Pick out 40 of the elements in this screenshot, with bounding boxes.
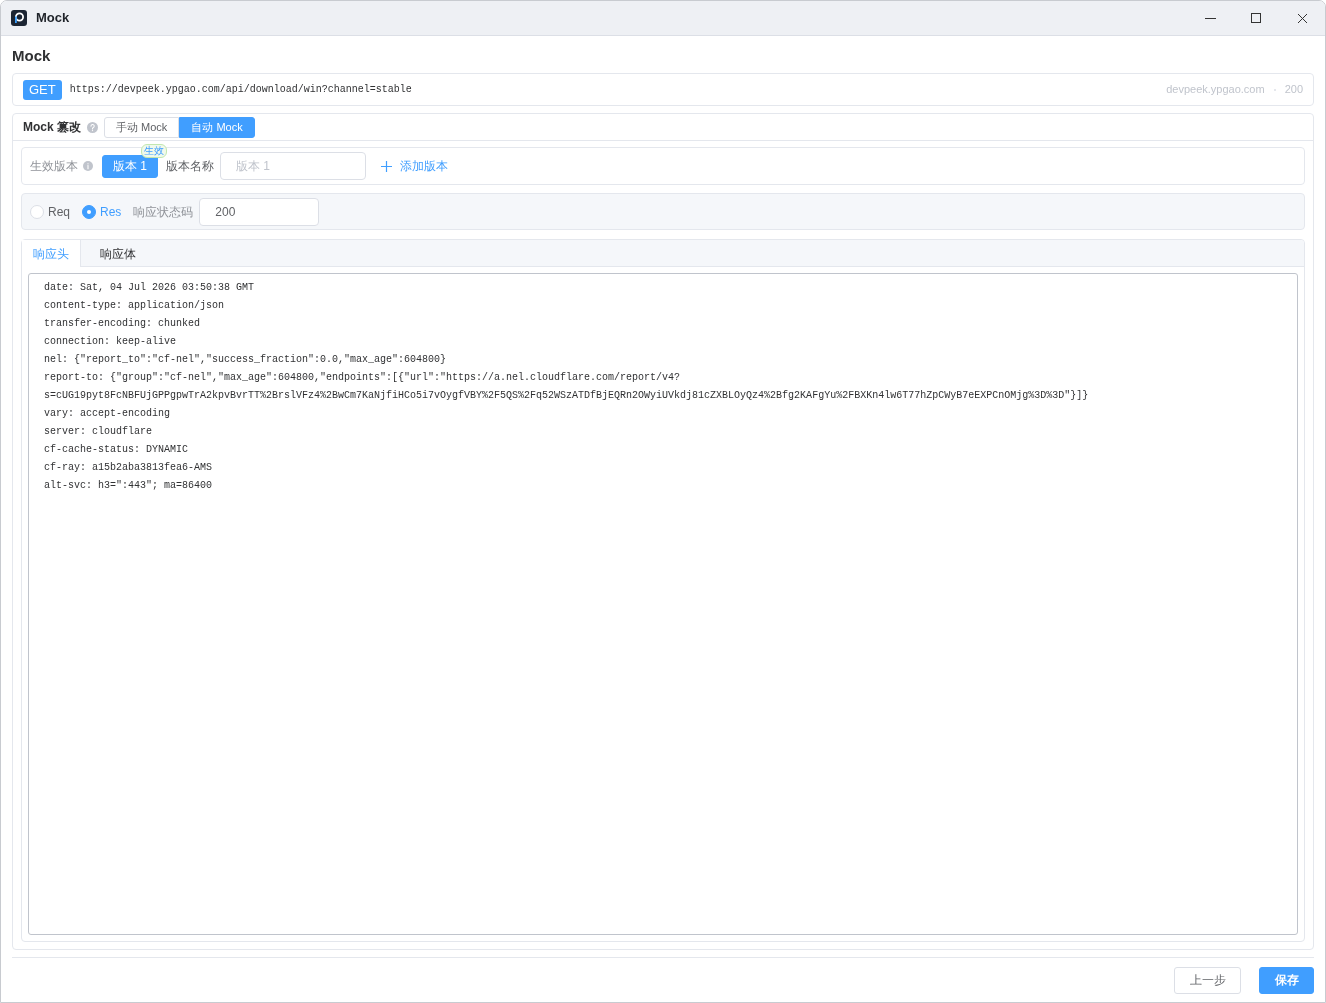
window-title: Mock — [36, 9, 70, 28]
status-code: 200 — [1284, 82, 1303, 98]
status-code-field[interactable]: 200 — [199, 197, 320, 226]
maximize-icon — [1251, 13, 1261, 23]
header-line: connection: keep-alive — [44, 335, 178, 349]
header-line: content-type: application/json — [44, 299, 226, 313]
mode-toggle[interactable]: 手动 Mock — [104, 116, 180, 138]
version-name-label: 版本名称 — [166, 158, 214, 175]
mode-toggle[interactable]: 自动 Mock — [179, 116, 255, 138]
tab[interactable]: 响应体 — [89, 240, 147, 267]
active-version-label: 生效版本 — [30, 158, 78, 175]
request-url: https://devpeek.ypgao.com/api/download/win?channel=stable — [69, 83, 412, 97]
header-line: cf-cache-status: DYNAMIC — [44, 443, 190, 457]
help-icon — [87, 121, 98, 133]
header-line: transfer-encoding: chunked — [44, 317, 202, 331]
app-logo-icon — [11, 10, 27, 26]
info-icon — [83, 161, 93, 171]
save-button[interactable]: 保存 — [1259, 966, 1314, 994]
mock-title: Mock 篡改 — [23, 119, 81, 136]
minimize-icon — [1204, 17, 1216, 19]
add-version-button[interactable]: 添加版本 — [381, 157, 448, 175]
header-line: nel: {"report_to":"cf-nel","success_fraction":0.0,"max_age":604800} — [44, 353, 448, 367]
plus-icon — [381, 160, 392, 172]
request-host: devpeek.ypgao.com — [1166, 82, 1265, 98]
header-line: cf-ray: a15b2aba3813fea6-AMS — [44, 461, 214, 475]
back-button[interactable]: 上一步 — [1174, 966, 1241, 994]
header-line: alt-svc: h3=":443"; ma=86400 — [44, 479, 214, 493]
radio-option[interactable]: Res — [82, 202, 122, 221]
version-name-field[interactable]: 版本 1 — [220, 152, 366, 180]
header-line: server: cloudflare — [44, 425, 154, 439]
radio-option[interactable]: Req — [30, 202, 70, 221]
close-icon — [1297, 13, 1307, 23]
page-title: Mock — [12, 46, 51, 66]
status-code-label: 响应状态码 — [133, 203, 194, 221]
version-badge: 生效 — [141, 143, 167, 158]
version-button[interactable]: 版本 1 — [102, 154, 158, 178]
method-badge: GET — [23, 79, 62, 100]
header-line: date: Sat, 04 Jul 2026 03:50:38 GMT — [44, 281, 256, 295]
header-line: vary: accept-encoding — [44, 407, 172, 421]
tab[interactable]: 响应头 — [22, 240, 81, 267]
